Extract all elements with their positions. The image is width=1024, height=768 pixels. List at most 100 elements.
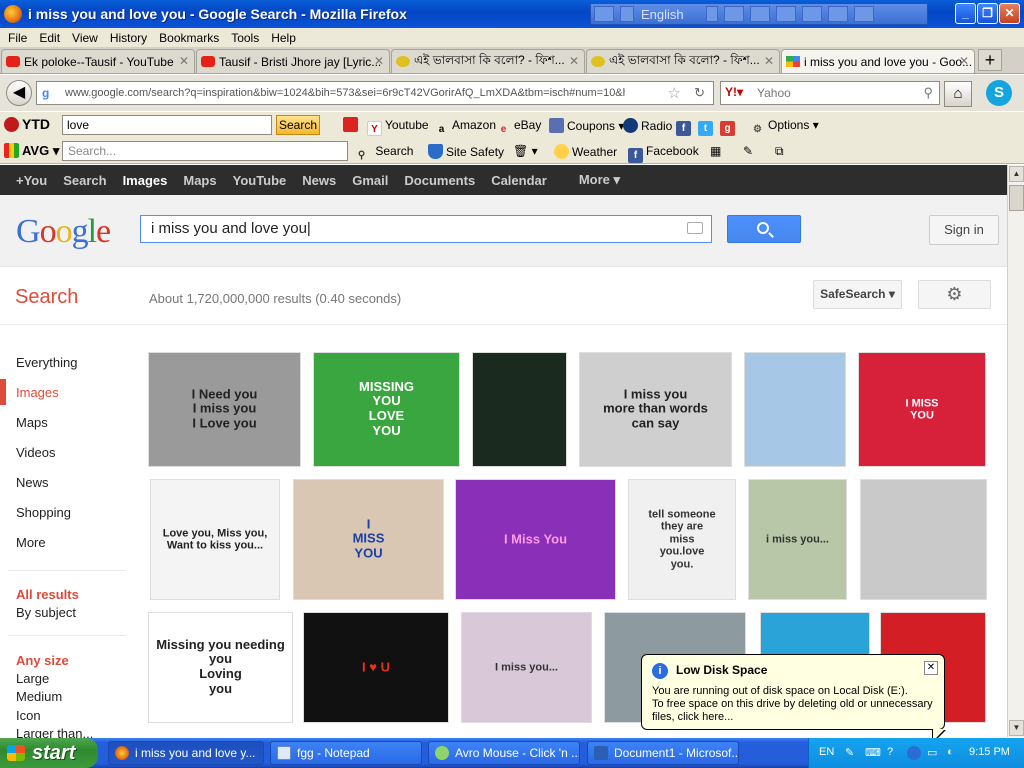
nav-videos[interactable]: Videos bbox=[16, 445, 56, 460]
task-word[interactable]: Document1 - Microsof... bbox=[587, 741, 739, 765]
ytd-radio-link[interactable]: Radio bbox=[623, 118, 672, 133]
facebook-share-icon[interactable]: f bbox=[676, 117, 694, 136]
image-result[interactable]: MISSING YOU LOVE YOU bbox=[313, 352, 460, 467]
pen-tray-icon[interactable]: ✎ bbox=[845, 746, 854, 759]
close-lang-icon[interactable] bbox=[854, 6, 874, 22]
query-input[interactable]: i miss you and love you| bbox=[140, 215, 712, 243]
size-any[interactable]: Any size bbox=[16, 653, 69, 668]
avg-logo[interactable]: AVG ▾ bbox=[4, 143, 59, 159]
restore-button[interactable]: ❐ bbox=[977, 3, 998, 24]
gbar-gmail[interactable]: Gmail bbox=[352, 173, 388, 188]
sign-in-button[interactable]: Sign in bbox=[929, 215, 999, 245]
lang-tool-icon-3[interactable] bbox=[776, 6, 796, 22]
nav-news[interactable]: News bbox=[16, 475, 49, 490]
notepad-icon[interactable]: ✎ bbox=[743, 144, 753, 158]
menu-help[interactable]: Help bbox=[271, 31, 296, 45]
close-button[interactable]: ✕ bbox=[999, 3, 1020, 24]
task-avro[interactable]: Avro Mouse - Click 'n ... bbox=[428, 741, 580, 765]
menu-tools[interactable]: Tools bbox=[231, 31, 259, 45]
scroll-up-arrow[interactable]: ▲ bbox=[1009, 166, 1024, 182]
ytd-coupons-link[interactable]: Coupons ▾ bbox=[549, 118, 624, 133]
gbar-documents[interactable]: Documents bbox=[404, 173, 475, 188]
url-bar[interactable]: g www.google.com/search?q=inspiration&bi… bbox=[36, 81, 714, 105]
image-result[interactable]: I miss you... bbox=[461, 612, 592, 723]
search-icon[interactable]: ⚲ bbox=[923, 85, 933, 101]
screenshot-icon[interactable]: ⧉ bbox=[775, 144, 784, 159]
tab-youtube-2[interactable]: Tausif - Bristi Jhore jay [Lyric... ✕ bbox=[196, 49, 390, 73]
nav-more[interactable]: More bbox=[16, 535, 46, 550]
size-large[interactable]: Large bbox=[16, 671, 49, 686]
filter-by-subject[interactable]: By subject bbox=[16, 605, 76, 620]
trash-icon[interactable]: 🗑 ▾ bbox=[513, 144, 538, 158]
google-search-button[interactable] bbox=[727, 215, 801, 243]
image-result[interactable]: I Need you I miss you I Love you bbox=[148, 352, 301, 467]
gbar-more[interactable]: More ▾ bbox=[563, 172, 620, 188]
camera-icon[interactable] bbox=[687, 222, 703, 234]
filter-all-results[interactable]: All results bbox=[16, 587, 79, 602]
close-tab-icon[interactable]: ✕ bbox=[959, 54, 969, 68]
tab-bangla-2[interactable]: এই ভালবাসা কি বলো? - ফিশ... ✕ bbox=[586, 49, 780, 73]
gbar-calendar[interactable]: Calendar bbox=[491, 173, 547, 188]
image-result[interactable] bbox=[860, 479, 987, 600]
ytd-ebay-link[interactable]: e eBay bbox=[496, 118, 542, 137]
language-bar[interactable]: English bbox=[590, 3, 928, 25]
menu-view[interactable]: View bbox=[72, 31, 98, 45]
search-bar[interactable]: Y!▾ Yahoo ⚲ bbox=[720, 81, 940, 105]
bookmark-star-icon[interactable]: ☆ bbox=[668, 84, 681, 102]
minimize-button[interactable]: _ bbox=[955, 3, 976, 24]
gbar-maps[interactable]: Maps bbox=[183, 173, 216, 188]
ytd-search-input[interactable]: love bbox=[62, 115, 272, 135]
tab-bangla-1[interactable]: এই ভালবাসা কি বলো? - ফিশ... ✕ bbox=[391, 49, 585, 73]
scroll-thumb[interactable] bbox=[1009, 185, 1024, 211]
ytd-search-button[interactable]: Search bbox=[276, 115, 320, 135]
size-icon[interactable]: Icon bbox=[16, 708, 41, 723]
nav-images[interactable]: Images bbox=[16, 385, 59, 400]
image-result[interactable]: I ♥ U bbox=[303, 612, 449, 723]
gbar-images[interactable]: Images bbox=[123, 173, 168, 188]
chevron-down-icon[interactable] bbox=[706, 6, 718, 22]
scroll-down-arrow[interactable]: ▼ bbox=[1009, 720, 1024, 736]
menu-file[interactable]: File bbox=[8, 31, 27, 45]
image-result[interactable]: I miss you more than words can say bbox=[579, 352, 732, 467]
clock[interactable]: 9:15 PM bbox=[969, 746, 1010, 758]
nav-everything[interactable]: Everything bbox=[16, 355, 77, 370]
image-result[interactable] bbox=[472, 352, 567, 467]
menu-bookmarks[interactable]: Bookmarks bbox=[159, 31, 219, 45]
help-tray-icon[interactable]: ? bbox=[887, 746, 893, 758]
nav-maps[interactable]: Maps bbox=[16, 415, 48, 430]
close-tab-icon[interactable]: ✕ bbox=[374, 54, 384, 68]
lang-tool-icon-2[interactable] bbox=[750, 6, 770, 22]
image-result[interactable]: I Miss You bbox=[455, 479, 616, 600]
image-result[interactable]: Love you, Miss you, Want to kiss you... bbox=[150, 479, 280, 600]
lang-tool-icon-4[interactable] bbox=[802, 6, 822, 22]
gplus-share-icon[interactable]: g bbox=[720, 117, 738, 136]
home-button[interactable]: ⌂ bbox=[944, 81, 972, 107]
ytd-logo[interactable]: YTD bbox=[4, 116, 50, 132]
gbar-news[interactable]: News bbox=[302, 173, 336, 188]
low-disk-notification[interactable]: i Low Disk Space ✕ You are running out o… bbox=[641, 654, 946, 744]
gbar-plus-you[interactable]: +You bbox=[16, 173, 47, 188]
image-result[interactable]: I MISS YOU bbox=[858, 352, 986, 467]
task-firefox[interactable]: i miss you and love y... bbox=[108, 741, 264, 765]
gbar-search[interactable]: Search bbox=[63, 173, 106, 188]
avro-tray-icon[interactable] bbox=[907, 746, 921, 760]
site-safety-link[interactable]: Site Safety bbox=[428, 144, 504, 159]
lang-tool-icon[interactable] bbox=[724, 6, 744, 22]
gbar-youtube[interactable]: YouTube bbox=[233, 173, 287, 188]
image-result[interactable]: i miss you... bbox=[748, 479, 847, 600]
close-tab-icon[interactable]: ✕ bbox=[179, 54, 189, 68]
reload-icon[interactable]: ↻ bbox=[694, 85, 705, 101]
nav-shopping[interactable]: Shopping bbox=[16, 505, 71, 520]
size-medium[interactable]: Medium bbox=[16, 689, 62, 704]
ytd-youtube-link[interactable]: Y Youtube bbox=[367, 118, 429, 136]
ytd-download-icon[interactable] bbox=[343, 117, 361, 132]
close-icon[interactable]: ✕ bbox=[924, 661, 938, 675]
tab-youtube-1[interactable]: Ek poloke--Tausif - YouTube ✕ bbox=[1, 49, 195, 73]
image-result[interactable]: Missing you needing you Loving you bbox=[148, 612, 293, 723]
start-button[interactable]: start bbox=[0, 738, 98, 768]
calculator-icon[interactable]: ▦ bbox=[710, 144, 721, 158]
vertical-scrollbar[interactable]: ▲ ▼ bbox=[1007, 165, 1024, 737]
weather-link[interactable]: Weather bbox=[554, 144, 617, 159]
keyboard-tray-icon[interactable]: ⌨ bbox=[865, 746, 881, 759]
disk-warning-tray-icon[interactable]: ▭ bbox=[927, 746, 937, 759]
